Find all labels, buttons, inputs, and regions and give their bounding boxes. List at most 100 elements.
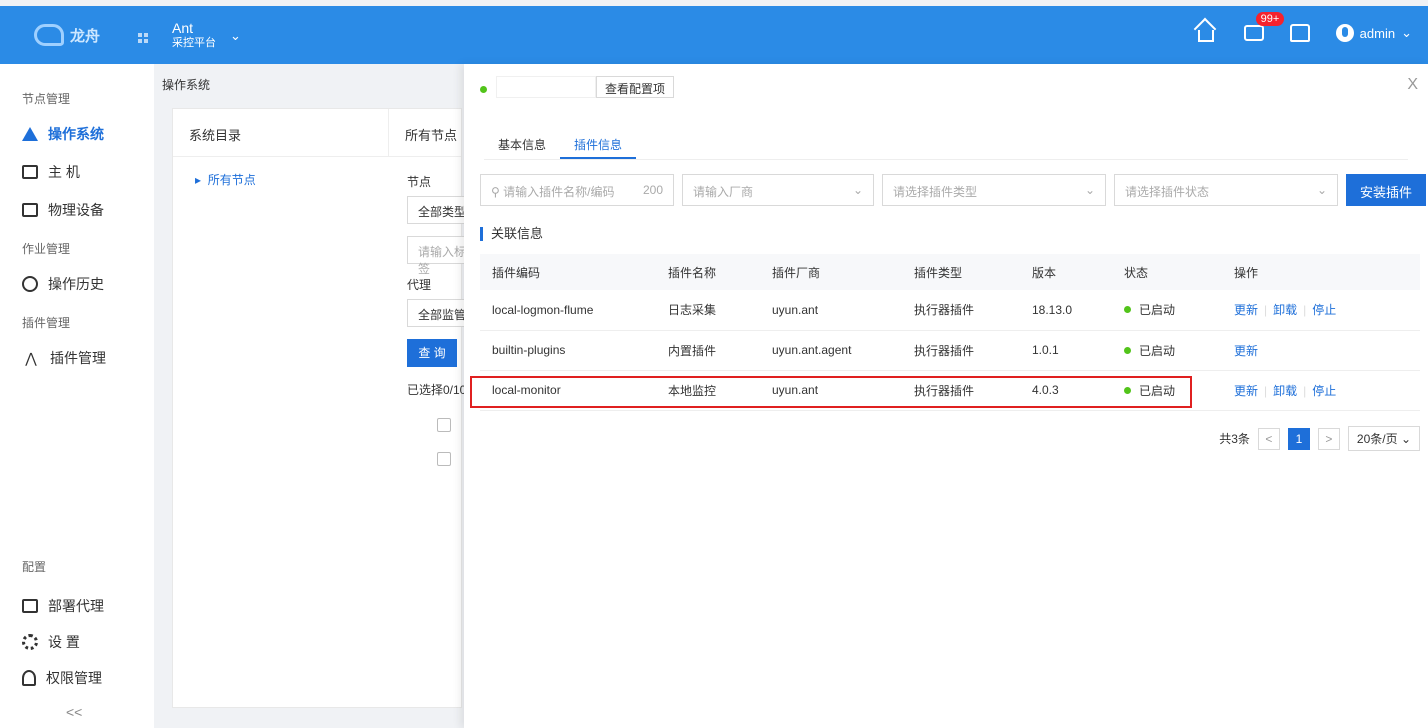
os-icon bbox=[22, 127, 38, 141]
logo-icon bbox=[34, 24, 64, 46]
drawer-tabs: 基本信息 插件信息 bbox=[484, 130, 1408, 160]
stop-link[interactable]: 停止 bbox=[1312, 303, 1336, 317]
tree-node-label: 所有节点 bbox=[207, 173, 256, 187]
install-plugin-button[interactable]: 安装插件 bbox=[1346, 174, 1427, 206]
table-row: local-logmon-flume 日志采集 uyun.ant 执行器插件 1… bbox=[480, 290, 1420, 331]
sidebar-group-jobs: 作业管理 bbox=[22, 242, 71, 256]
home-icon[interactable] bbox=[1197, 22, 1220, 44]
highlight-box bbox=[470, 376, 1192, 408]
cell-vendor: uyun.ant.agent bbox=[760, 330, 902, 371]
chevron-down-icon: ⌄ bbox=[230, 28, 241, 43]
update-link[interactable]: 更新 bbox=[1234, 384, 1258, 398]
page-size-select[interactable]: 20条/页 ⌄ bbox=[1347, 426, 1420, 451]
user-menu[interactable]: admin ⌄ bbox=[1335, 24, 1412, 42]
gear-icon bbox=[22, 634, 38, 650]
cell-type: 执行器插件 bbox=[902, 330, 1020, 371]
sidebar-item-permissions[interactable]: 权限管理 bbox=[22, 668, 102, 688]
uninstall-link[interactable]: 卸载 bbox=[1273, 303, 1297, 317]
query-button[interactable]: 查 询 bbox=[407, 339, 457, 367]
tab-basic-info[interactable]: 基本信息 bbox=[484, 130, 560, 159]
section-title: 关联信息 bbox=[480, 227, 543, 241]
sidebar-item-host[interactable]: 主 机 bbox=[22, 162, 80, 182]
cell-version: 1.0.1 bbox=[1020, 330, 1112, 371]
update-link[interactable]: 更新 bbox=[1234, 303, 1258, 317]
cell-version: 18.13.0 bbox=[1020, 290, 1112, 331]
sidebar-item-label: 主 机 bbox=[48, 164, 80, 180]
logo[interactable]: 龙舟 bbox=[34, 22, 124, 48]
sidebar-item-label: 物理设备 bbox=[48, 202, 104, 218]
status-dot bbox=[1124, 346, 1131, 354]
plugin-search-input[interactable]: ⚲ 请输入插件名称/编码 200 bbox=[480, 174, 674, 206]
col-name: 插件名称 bbox=[656, 254, 760, 290]
collapse-sidebar-button[interactable]: << bbox=[66, 704, 82, 720]
os-panel: 系统目录 所有节点 ▸ 所有节点 节点 全部类型 请输入标签 代理 全部监管 查… bbox=[172, 108, 477, 708]
tree-node-all[interactable]: ▸ 所有节点 bbox=[195, 171, 256, 188]
cell-name: 内置插件 bbox=[656, 330, 760, 371]
catalog-header: 系统目录 bbox=[173, 109, 389, 156]
top-header: 龙舟 Ant 采控平台 ⌄ 99+ admin ⌄ bbox=[0, 6, 1428, 64]
message-badge: 99+ bbox=[1255, 12, 1285, 26]
page-size-value: 20条/页 bbox=[1356, 432, 1398, 446]
sidebar-item-settings[interactable]: 设 置 bbox=[22, 632, 80, 652]
status-text: 已启动 bbox=[1139, 303, 1176, 318]
col-type: 插件类型 bbox=[902, 254, 1020, 290]
stop-link[interactable]: 停止 bbox=[1312, 384, 1336, 398]
breadcrumb: 操作系统 bbox=[162, 78, 211, 92]
plugin-status-select[interactable]: 请选择插件状态 ⌄ bbox=[1114, 174, 1338, 206]
chevron-down-icon: ⌄ bbox=[852, 183, 863, 197]
sidebar-item-deploy[interactable]: 部署代理 bbox=[22, 596, 104, 616]
sidebar-item-history[interactable]: 操作历史 bbox=[22, 274, 104, 294]
col-actions: 操作 bbox=[1222, 254, 1420, 290]
page-1-button[interactable]: 1 bbox=[1287, 427, 1310, 450]
checkbox[interactable] bbox=[437, 452, 451, 466]
sidebar-item-plugins[interactable]: ⋀ 插件管理 bbox=[22, 348, 106, 368]
online-status-dot bbox=[480, 86, 487, 93]
sidebar-item-label: 设 置 bbox=[48, 634, 80, 650]
all-nodes-header: 所有节点 bbox=[405, 128, 458, 143]
view-config-button[interactable]: 查看配置项 bbox=[596, 76, 675, 98]
sidebar-item-physical[interactable]: 物理设备 bbox=[22, 200, 104, 220]
apps-grid-icon[interactable] bbox=[138, 33, 148, 43]
uninstall-link[interactable]: 卸载 bbox=[1273, 384, 1297, 398]
cell-actions: 更新 | 卸载 | 停止 bbox=[1222, 370, 1420, 411]
tab-plugin-info[interactable]: 插件信息 bbox=[560, 130, 637, 159]
cell-status: 已启动 bbox=[1112, 290, 1222, 331]
sidebar-group-config: 配置 bbox=[22, 560, 47, 574]
table-row: builtin-plugins 内置插件 uyun.ant.agent 执行器插… bbox=[480, 330, 1420, 371]
deploy-icon bbox=[22, 599, 38, 613]
app-name: Ant bbox=[172, 20, 194, 36]
cell-status: 已启动 bbox=[1112, 330, 1222, 371]
sidebar: 节点管理 操作系统 主 机 物理设备 作业管理 操作历史 插件管理 ⋀ 插件管理… bbox=[0, 64, 154, 728]
cell-code: builtin-plugins bbox=[480, 330, 656, 371]
col-version: 版本 bbox=[1020, 254, 1112, 290]
sidebar-item-label: 权限管理 bbox=[46, 670, 102, 686]
next-page-button[interactable]: > bbox=[1317, 427, 1340, 450]
close-icon[interactable]: X bbox=[1407, 76, 1418, 94]
sidebar-item-label: 插件管理 bbox=[50, 350, 106, 366]
host-name-redacted bbox=[496, 76, 596, 98]
search-icon: ⚲ bbox=[491, 185, 504, 199]
update-link[interactable]: 更新 bbox=[1234, 344, 1258, 358]
messages-icon[interactable]: 99+ bbox=[1243, 12, 1285, 44]
theme-shirt-icon[interactable] bbox=[1289, 22, 1312, 44]
app-switcher[interactable]: Ant 采控平台 ⌄ bbox=[172, 20, 241, 50]
checkbox[interactable] bbox=[437, 418, 451, 432]
vendor-input[interactable]: 请输入厂商 ⌄ bbox=[682, 174, 874, 206]
cell-name: 日志采集 bbox=[656, 290, 760, 331]
server-icon bbox=[22, 165, 38, 179]
sidebar-item-label: 部署代理 bbox=[48, 598, 104, 614]
username: admin bbox=[1359, 25, 1396, 41]
app-subtitle: 采控平台 bbox=[172, 36, 216, 49]
sidebar-group-plugins: 插件管理 bbox=[22, 316, 71, 330]
prev-page-button[interactable]: < bbox=[1257, 427, 1280, 450]
placeholder: 请选择插件状态 bbox=[1125, 185, 1210, 199]
cell-actions: 更新 | 卸载 | 停止 bbox=[1222, 290, 1420, 331]
sidebar-item-os[interactable]: 操作系统 bbox=[22, 124, 104, 144]
plugin-type-select[interactable]: 请选择插件类型 ⌄ bbox=[882, 174, 1106, 206]
cell-actions: 更新 bbox=[1222, 330, 1420, 371]
status-dot bbox=[1124, 306, 1131, 314]
total-count: 共3条 bbox=[1219, 432, 1250, 446]
char-count: 200 bbox=[642, 183, 663, 197]
sidebar-item-label: 操作历史 bbox=[48, 276, 104, 292]
col-vendor: 插件厂商 bbox=[760, 254, 902, 290]
